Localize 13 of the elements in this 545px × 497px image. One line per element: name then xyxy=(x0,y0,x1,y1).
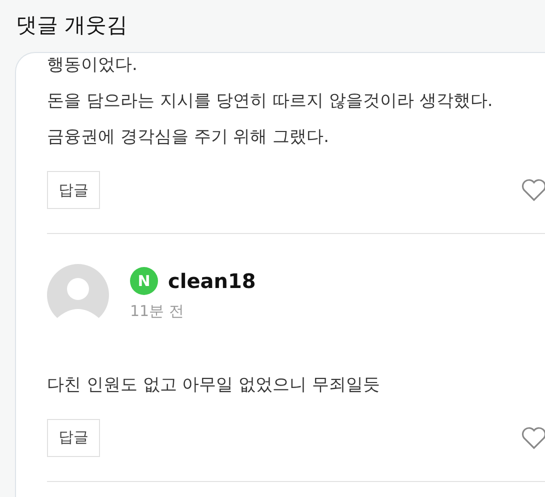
avatar-icon xyxy=(47,264,109,318)
comment-time: 11분 전 xyxy=(130,301,185,322)
comment-text: 금융권에 경각심을 주기 위해 그랬다. xyxy=(47,126,330,149)
username[interactable]: clean18 xyxy=(168,266,256,296)
comment-text: 다친 인원도 없고 아무일 없었으니 무죄일듯 xyxy=(47,374,380,396)
heart-icon[interactable] xyxy=(521,426,545,450)
verified-badge: N xyxy=(130,267,158,295)
reply-button[interactable]: 답글 xyxy=(47,171,100,209)
comment-text: 행동이었다. xyxy=(47,54,138,77)
comment-text: 돈을 담으라는 지시를 당연히 따르지 않을것이라 생각했다. xyxy=(47,90,493,113)
reply-button[interactable]: 답글 xyxy=(47,418,100,456)
page-title: 댓글 개웃김 xyxy=(16,12,128,40)
heart-icon[interactable] xyxy=(521,178,545,202)
